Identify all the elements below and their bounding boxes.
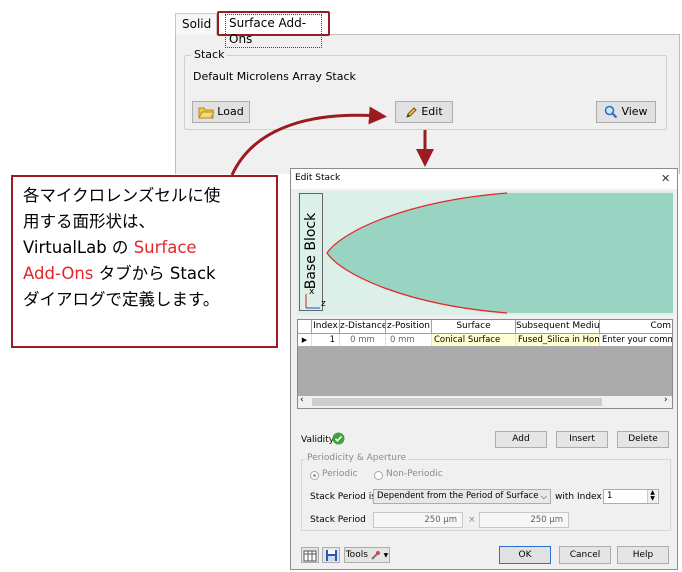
times-symbol: ×	[468, 515, 476, 525]
tools-icon	[371, 550, 380, 560]
with-index-label: with Index	[555, 492, 602, 502]
periodic-radio[interactable]	[310, 471, 319, 480]
cell-medium[interactable]: Fused_Silica in Homog	[516, 334, 600, 346]
column-header-index[interactable]: Index	[312, 320, 340, 334]
help-button[interactable]: Help	[617, 546, 669, 564]
add-button[interactable]: Add	[495, 431, 547, 448]
column-header-z-position[interactable]: z-Position	[386, 320, 432, 334]
edit-stack-dialog: Edit Stack ✕ Base Block x z Index z-Dist…	[290, 168, 678, 570]
scrollbar-thumb[interactable]	[312, 398, 602, 406]
close-icon[interactable]: ✕	[661, 172, 670, 185]
dialog-title: Edit Stack	[295, 173, 341, 183]
axis-x-label: x	[309, 287, 315, 297]
stack-period-label: Stack Period	[310, 515, 366, 525]
with-index-input[interactable]: 1 ▲ ▼	[603, 489, 659, 504]
tools-chevron-down-icon: ▼	[383, 552, 389, 559]
catalog-icon	[303, 550, 317, 562]
chevron-down-icon: ⌵	[540, 492, 547, 501]
callout-text-addons: Add-Ons	[23, 264, 94, 283]
lens-shape	[327, 193, 673, 313]
callout-text-virtuallab: VirtualLab の	[23, 238, 134, 257]
callout-line-4: Add-Ons タブから Stack	[23, 261, 266, 287]
stack-preview: Base Block x z	[297, 191, 673, 315]
stack-period-is-label: Stack Period is	[310, 492, 376, 502]
callout-box: 各マイクロレンズセルに使 用する面形状は、 VirtualLab の Surfa…	[11, 175, 278, 348]
curved-arrow	[230, 106, 387, 176]
column-header-comment[interactable]: Com	[600, 320, 672, 334]
cell-z-position[interactable]: 0 mm	[386, 334, 432, 346]
table-corner	[298, 320, 312, 334]
periodicity-title: Periodicity & Aperture	[305, 453, 408, 463]
column-header-medium[interactable]: Subsequent Medium	[516, 320, 600, 334]
row-selector-icon: ▶	[298, 334, 312, 346]
cell-index[interactable]: 1	[312, 334, 340, 346]
stack-period-select-value: Dependent from the Period of Surface	[377, 491, 539, 501]
callout-line-2: 用する面形状は、	[23, 212, 155, 231]
check-icon	[332, 432, 345, 445]
callout-line-3: VirtualLab の Surface	[23, 235, 266, 261]
tools-button[interactable]: Tools ▼	[344, 547, 390, 563]
callout-line-5: ダイアログで定義します。	[23, 290, 220, 309]
delete-button[interactable]: Delete	[617, 431, 669, 448]
horizontal-scrollbar[interactable]: ‹ ›	[298, 395, 672, 408]
surface-profile	[326, 192, 673, 314]
with-index-value: 1	[607, 491, 613, 501]
table-row[interactable]: ▶ 1 0 mm 0 mm Conical Surface Fused_Sili…	[298, 334, 672, 346]
periodic-label: Periodic	[322, 469, 358, 479]
cell-comment[interactable]: Enter your commen	[600, 334, 672, 346]
column-header-surface[interactable]: Surface	[432, 320, 516, 334]
callout-line-1: 各マイクロレンズセルに使	[23, 186, 221, 205]
stack-period-x-field[interactable]: 250 µm	[373, 512, 463, 528]
tools-label: Tools	[345, 550, 368, 560]
callout-text-tab: タブから Stack	[93, 264, 216, 283]
dialog-title-bar: Edit Stack ✕	[291, 169, 677, 189]
surface-table: Index z-Distance z-Position Surface Subs…	[297, 319, 673, 409]
stack-period-y-field[interactable]: 250 µm	[479, 512, 569, 528]
save-button[interactable]	[322, 547, 340, 563]
ok-button[interactable]: OK	[499, 546, 551, 564]
catalog-button[interactable]	[301, 547, 319, 563]
floppy-disk-icon	[325, 550, 337, 561]
callout-text-surface: Surface	[133, 238, 197, 257]
scroll-right-icon[interactable]: ›	[664, 395, 668, 405]
column-header-z-distance[interactable]: z-Distance	[340, 320, 386, 334]
stack-period-select[interactable]: Dependent from the Period of Surface ⌵	[373, 489, 551, 504]
base-block-label: Base Block	[303, 212, 319, 290]
nonperiodic-radio[interactable]	[374, 471, 383, 480]
axis-z-label: z	[321, 299, 326, 309]
spinner-icon[interactable]: ▲ ▼	[647, 490, 657, 503]
cell-surface[interactable]: Conical Surface	[432, 334, 516, 346]
cell-z-distance[interactable]: 0 mm	[340, 334, 386, 346]
scroll-left-icon[interactable]: ‹	[300, 395, 304, 405]
insert-button[interactable]: Insert	[556, 431, 608, 448]
nonperiodic-label: Non-Periodic	[386, 469, 443, 479]
cancel-button[interactable]: Cancel	[559, 546, 611, 564]
